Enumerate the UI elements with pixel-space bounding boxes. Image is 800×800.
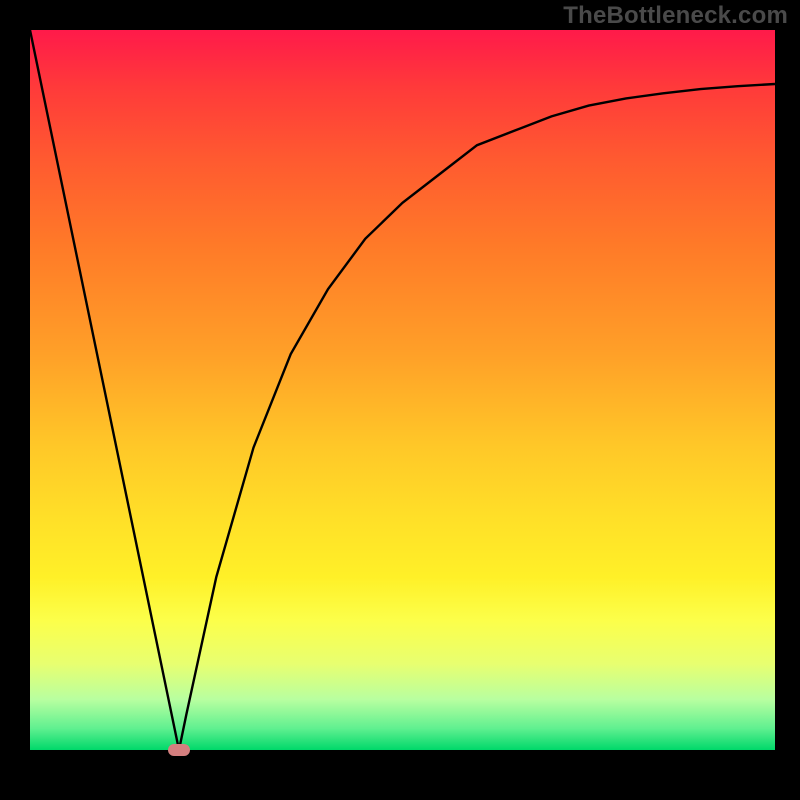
chart-container: TheBottleneck.com xyxy=(0,0,800,800)
minimum-marker xyxy=(168,744,190,756)
watermark-text: TheBottleneck.com xyxy=(563,2,788,30)
curve-line xyxy=(30,30,775,750)
curve-svg xyxy=(30,30,775,750)
plot-area xyxy=(30,30,775,750)
